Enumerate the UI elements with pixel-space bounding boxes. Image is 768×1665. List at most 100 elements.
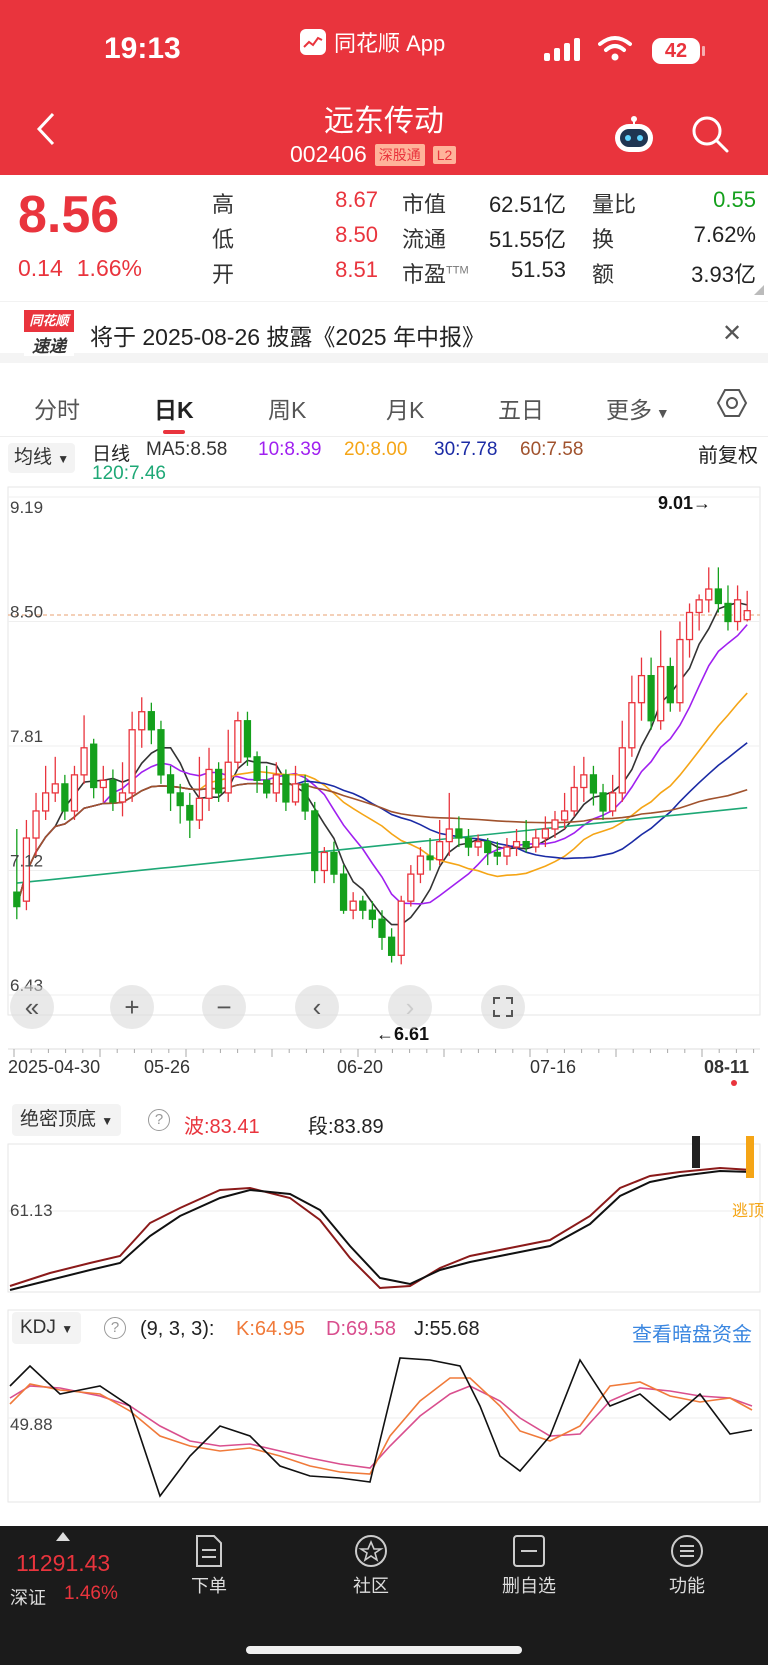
candle-body xyxy=(647,674,655,722)
nav-community[interactable]: 社区 xyxy=(326,1534,416,1598)
bottom-bar: 11291.43 深证 1.46% 下单 社区 删自选 功能 xyxy=(0,1526,768,1665)
candle-body xyxy=(349,900,357,911)
tab-fenshi[interactable]: 分时 xyxy=(34,391,80,425)
candle-body xyxy=(147,711,155,731)
x-axis-ticks xyxy=(13,1049,755,1057)
low-value: 8.50 xyxy=(335,222,378,247)
candle-body xyxy=(224,761,232,794)
panel1-signal-label: 逃顶 xyxy=(732,1202,764,1220)
tab-five-day[interactable]: 五日 xyxy=(498,391,544,425)
nav-functions[interactable]: 功能 xyxy=(642,1534,732,1598)
indicator-select[interactable]: 均线 ▼ xyxy=(8,443,76,473)
candle-body xyxy=(436,840,444,861)
kdj-d-line xyxy=(9,1385,753,1469)
index-value[interactable]: 11291.43 xyxy=(16,1550,110,1577)
scroll-right-button[interactable]: › xyxy=(388,985,432,1029)
candle-body xyxy=(493,851,501,857)
expand-corner-icon[interactable] xyxy=(754,285,764,295)
ma120-line xyxy=(16,806,748,884)
app-logo-icon xyxy=(300,29,326,55)
pe-label: 市盈TTM xyxy=(402,257,469,289)
candle-body xyxy=(455,828,463,839)
robot-assistant-icon[interactable] xyxy=(612,116,656,159)
zoom-in-button[interactable]: + xyxy=(110,985,154,1029)
tab-daily-k[interactable]: 日K xyxy=(154,391,194,425)
app-header: 19:13 同花顺 App 42 远东传动 002406 深股通 L2 xyxy=(0,0,768,175)
candle-body xyxy=(637,674,646,704)
candle-body xyxy=(618,747,626,794)
candle-body xyxy=(705,588,713,601)
fullscreen-button[interactable] xyxy=(481,985,525,1029)
candle-body xyxy=(157,729,165,776)
today-dot xyxy=(731,1080,737,1086)
logo-top: 同花顺 xyxy=(24,310,74,332)
candle-body xyxy=(61,783,69,812)
ma20-value: 20:8.00 xyxy=(344,439,408,460)
scroll-left-button[interactable]: ‹ xyxy=(295,985,339,1029)
open-value: 8.51 xyxy=(335,257,378,282)
kdj-j-line xyxy=(9,1357,753,1498)
amount-value: 3.93亿 xyxy=(691,262,756,287)
caret-down-icon: ▼ xyxy=(57,452,70,466)
pe-ttm: TTM xyxy=(446,264,469,277)
settings-hexagon-icon[interactable] xyxy=(716,387,748,424)
candle-body xyxy=(541,828,550,839)
candle-body xyxy=(724,602,732,623)
index-market: 深证 xyxy=(10,1588,46,1608)
active-tab-indicator xyxy=(163,430,185,434)
candle-body xyxy=(532,837,540,848)
zoom-out-far-button[interactable]: « xyxy=(10,985,54,1029)
vr-value: 0.55 xyxy=(713,187,756,212)
candle-body xyxy=(609,792,617,812)
fullscreen-icon xyxy=(493,997,513,1017)
candle-body xyxy=(397,900,405,956)
banner-text[interactable]: 将于 2025-08-26 披露《2025 年中报》 xyxy=(90,318,485,352)
tab-weekly-k[interactable]: 周K xyxy=(268,391,306,425)
status-time: 19:13 xyxy=(104,32,181,65)
candle-body xyxy=(570,786,578,812)
candle-body xyxy=(13,891,21,908)
nav-remove-watchlist[interactable]: 删自选 xyxy=(484,1534,574,1598)
mcap-label: 市值 xyxy=(402,192,447,217)
tab-more[interactable]: 更多 ▼ xyxy=(606,391,670,425)
ma5-value: MA5:8.58 xyxy=(146,439,228,460)
float-value: 51.55亿 xyxy=(488,227,566,252)
panel1-frame xyxy=(7,1143,761,1293)
close-icon[interactable]: ✕ xyxy=(722,319,742,348)
ma-lines xyxy=(16,601,748,926)
float-label: 流通 xyxy=(402,227,447,252)
nav-order[interactable]: 下单 xyxy=(164,1534,254,1598)
candle-body xyxy=(32,810,40,839)
candle-body xyxy=(118,792,127,803)
max-price-label: 9.01→ xyxy=(658,493,711,513)
adjust-mode[interactable]: 前复权 xyxy=(698,439,758,468)
search-icon[interactable] xyxy=(690,114,730,159)
candle-body xyxy=(339,873,348,911)
candle-body xyxy=(99,779,107,789)
candle-body xyxy=(214,768,223,794)
candle-body xyxy=(243,720,252,758)
zoom-out-button[interactable]: − xyxy=(202,985,246,1029)
tab-monthly-k[interactable]: 月K xyxy=(386,391,424,425)
candle-body xyxy=(580,774,588,789)
ma-period-label: 日线 xyxy=(92,444,131,465)
menu-icon xyxy=(671,1535,703,1567)
candle-body xyxy=(359,900,367,911)
y-tick-label: 7.81 xyxy=(10,727,43,746)
amount-label: 额 xyxy=(592,262,615,287)
app-name-label: 同花顺 App xyxy=(334,31,446,56)
candle-body xyxy=(330,851,338,875)
turnover-label: 换 xyxy=(592,227,615,252)
tag-shenguton: 深股通 xyxy=(374,143,425,166)
wifi-icon xyxy=(598,34,632,67)
candle-body xyxy=(186,804,194,821)
remove-watchlist-icon xyxy=(513,1535,545,1567)
ma30-line xyxy=(16,742,748,907)
candle-body xyxy=(128,729,136,794)
high-value: 8.67 xyxy=(335,187,378,212)
candle-body xyxy=(484,840,492,854)
news-banner[interactable]: 同花顺 速递 将于 2025-08-26 披露《2025 年中报》 ✕ xyxy=(0,301,768,363)
change-value: 0.14 xyxy=(18,255,63,281)
candle-body xyxy=(695,599,703,614)
candle-body xyxy=(426,855,434,861)
